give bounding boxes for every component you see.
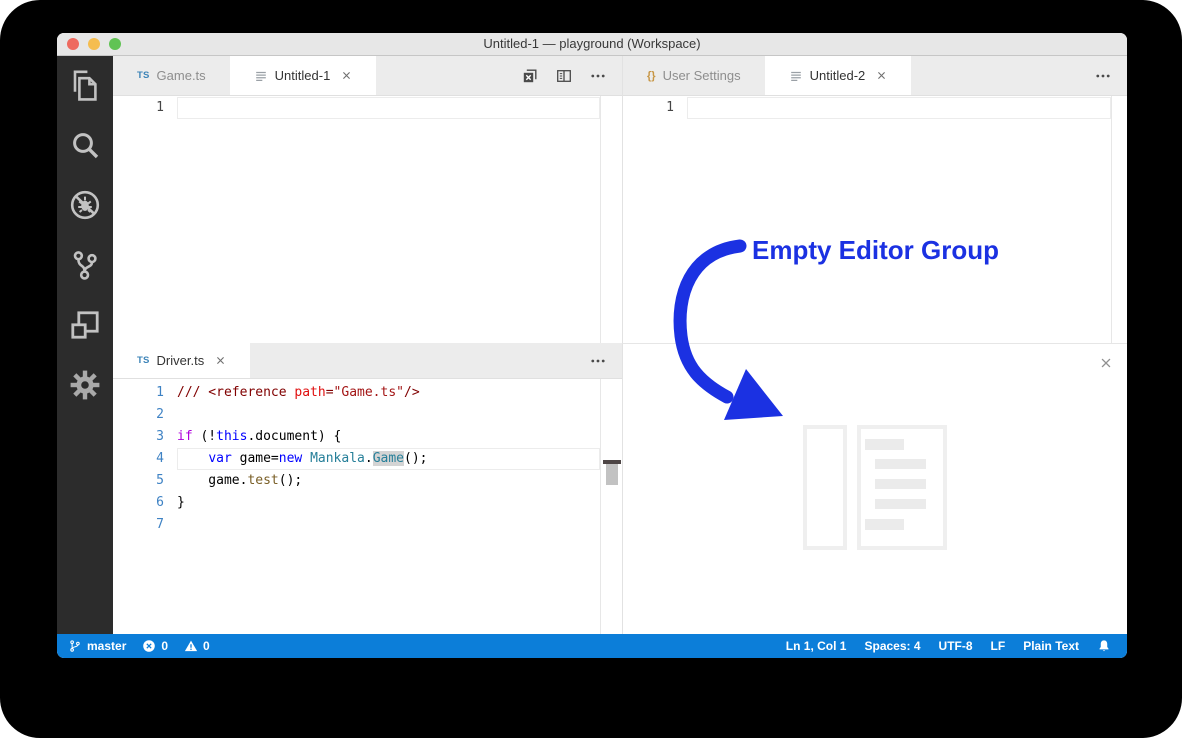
line-number: 1 (156, 385, 164, 400)
close-tab-icon[interactable] (341, 70, 352, 81)
activity-bar-item-settings-gear[interactable] (69, 369, 101, 401)
untitled-file-icon (254, 69, 268, 83)
search-icon (69, 129, 101, 161)
activity-bar-item-debug-disabled[interactable] (69, 189, 101, 221)
status-item-bell[interactable] (1097, 639, 1111, 653)
tab-game-ts[interactable]: TS Game.ts (113, 56, 230, 95)
close-all-editors-icon[interactable] (522, 68, 538, 84)
status-item-utf-8[interactable]: UTF-8 (939, 639, 973, 653)
git-branch-icon (68, 639, 82, 653)
more-actions-icon[interactable] (1095, 68, 1111, 84)
editor-scrollbar-border (1111, 96, 1112, 343)
untitled-file-icon (789, 69, 803, 83)
close-tab-icon[interactable] (876, 70, 887, 81)
bell-icon (1097, 639, 1111, 653)
vertical-scrollbar-thumb[interactable] (606, 464, 618, 485)
tab-bar-bottom-left: TS Driver.ts (113, 343, 622, 379)
extensions-icon (69, 309, 101, 341)
status-item-plain-text[interactable]: Plain Text (1023, 639, 1079, 653)
typescript-file-icon: TS (137, 355, 150, 366)
tab-user-settings[interactable]: {} User Settings (623, 56, 765, 95)
status-item-ln-1-col-1[interactable]: Ln 1, Col 1 (786, 639, 847, 653)
typescript-file-icon: TS (137, 70, 150, 81)
more-actions-icon[interactable] (590, 68, 606, 84)
current-line-highlight (687, 97, 1111, 119)
tab-label: User Settings (662, 68, 741, 83)
tab-label: Driver.ts (156, 353, 205, 368)
editor-group-top-right: {} User Settings Untitled-2 1 (622, 56, 1127, 343)
vscode-window: Untitled-1 — playground (Workspace) TS Ga… (57, 33, 1127, 658)
line-number: 4 (156, 451, 164, 466)
code-line-3: 3 if (!this.document) { (113, 426, 622, 448)
activity-bar-item-explorer[interactable] (69, 69, 101, 101)
code-line-5: 5 game.test(); (113, 470, 622, 492)
code-line: 1 (113, 97, 622, 119)
explorer-icon (69, 69, 101, 101)
warning-triangle-icon (184, 639, 198, 653)
code-line-1: 1/// <reference path="Game.ts"/> (113, 382, 622, 404)
error-circle-icon (142, 639, 156, 653)
editor-group-bottom-left: TS Driver.ts 1/// <reference path="Game.t… (113, 343, 622, 635)
status-item-0[interactable]: 0 (142, 639, 168, 653)
tab-untitled-2[interactable]: Untitled-2 (764, 56, 912, 95)
activity-bar-item-search[interactable] (69, 129, 101, 161)
line-number: 1 (156, 100, 164, 115)
window-title: Untitled-1 — playground (Workspace) (483, 36, 701, 51)
editor-scrollbar-border (600, 96, 601, 343)
code-line-6: 6} (113, 492, 622, 514)
editor-content-driver-ts[interactable]: 1/// <reference path="Game.ts"/> 2 3 if (!t… (113, 379, 622, 635)
source-control-icon (69, 249, 101, 281)
activity-bar (57, 56, 113, 634)
status-item-lf[interactable]: LF (991, 639, 1006, 653)
screenshot-background: Untitled-1 — playground (Workspace) TS Ga… (0, 0, 1182, 738)
code-line-4: 4 var game=new Mankala.Game(); (113, 448, 622, 470)
status-item-spaces-4[interactable]: Spaces: 4 (864, 639, 920, 653)
line-number: 5 (156, 473, 164, 488)
editor-group-bottom-right-empty[interactable] (622, 343, 1127, 635)
editor-area: TS Game.ts Untitled-1 1 TS Driver.ts 1 /… (113, 56, 1127, 635)
close-window-button[interactable] (67, 38, 79, 50)
current-line-highlight (177, 97, 600, 119)
zoom-window-button[interactable] (109, 38, 121, 50)
split-editor-icon[interactable] (556, 68, 572, 84)
titlebar: Untitled-1 — playground (Workspace) (57, 33, 1127, 56)
line-number: 1 (666, 100, 674, 115)
tab-bar-top-right: {} User Settings Untitled-2 (623, 56, 1127, 96)
editor-group-top-left: TS Game.ts Untitled-1 1 (113, 56, 622, 343)
editor-scrollbar-border (600, 379, 601, 635)
line-number: 7 (156, 517, 164, 532)
tab-label: Untitled-2 (809, 68, 866, 83)
tab-untitled-1[interactable]: Untitled-1 (229, 56, 377, 95)
tab-driver-ts[interactable]: TS Driver.ts (113, 343, 251, 378)
line-number: 6 (156, 495, 164, 510)
status-item-0[interactable]: 0 (184, 639, 210, 653)
traffic-lights (67, 38, 121, 50)
tab-bar-top-left: TS Game.ts Untitled-1 (113, 56, 622, 96)
code-line-7: 7 (113, 514, 622, 536)
close-editor-group-icon[interactable] (1099, 356, 1113, 370)
close-tab-icon[interactable] (215, 355, 226, 366)
editor-content-untitled-2[interactable]: 1 (623, 96, 1127, 343)
minimize-window-button[interactable] (88, 38, 100, 50)
settings-json-icon: {} (647, 69, 656, 82)
code-line-2: 2 (113, 404, 622, 426)
more-actions-icon[interactable] (590, 353, 606, 369)
debug-disabled-icon (69, 189, 101, 221)
code-line: 1 (623, 97, 1127, 119)
status-item-master[interactable]: master (68, 639, 126, 653)
tab-label: Game.ts (156, 68, 206, 83)
settings-gear-icon (69, 369, 101, 401)
editor-content-untitled-1[interactable]: 1 (113, 96, 622, 343)
activity-bar-item-source-control[interactable] (69, 249, 101, 281)
activity-bar-item-extensions[interactable] (69, 309, 101, 341)
watermark-sidebar-pane (803, 425, 847, 550)
line-number: 2 (156, 407, 164, 422)
tab-label: Untitled-1 (274, 68, 331, 83)
status-bar: master 0 0 Ln 1, Col 1 Spaces: 4 UTF-8 LF Plai… (57, 634, 1127, 658)
line-number: 3 (156, 429, 164, 444)
